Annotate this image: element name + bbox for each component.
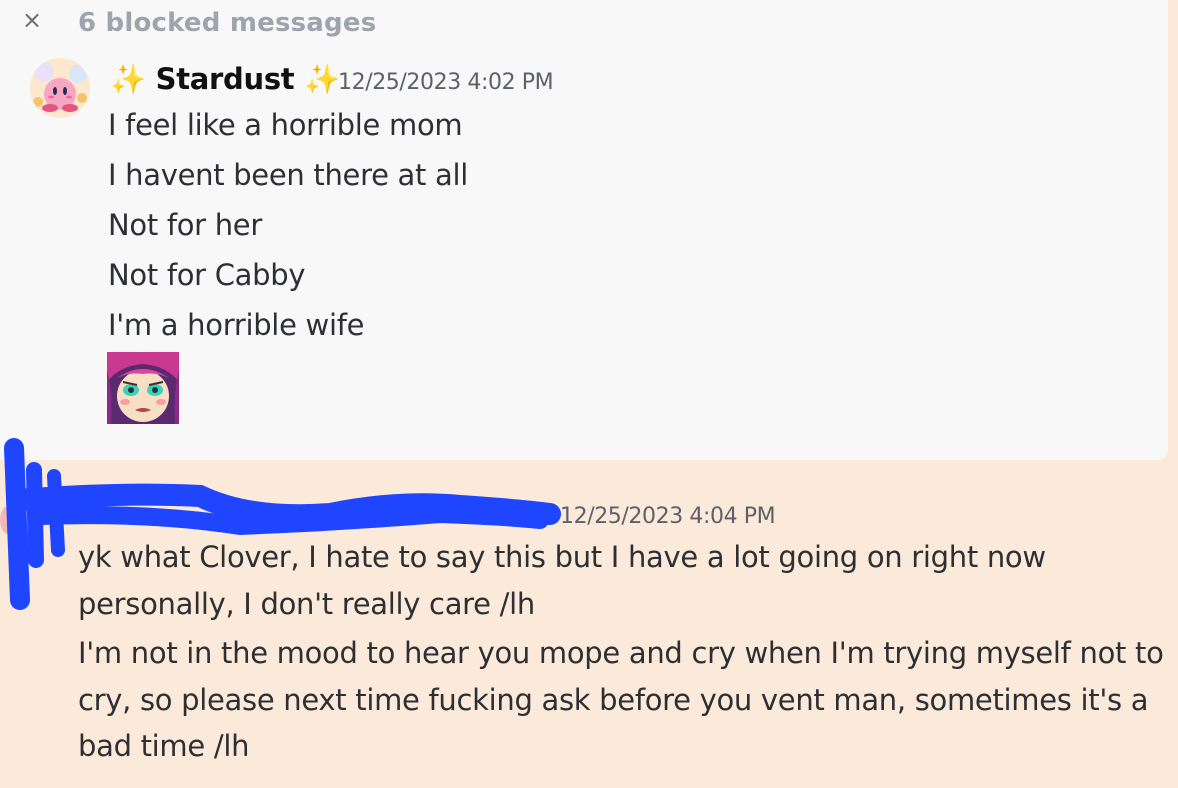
message-line: bad time /lh	[78, 729, 250, 763]
sparkle-icon: ✨	[304, 62, 340, 96]
username[interactable]: ✨ Stardust ✨	[110, 62, 340, 97]
message-line: cry, so please next time fucking ask bef…	[78, 683, 1149, 717]
message-line: I'm a horrible wife	[108, 308, 365, 342]
message-line: I'm not in the mood to hear you mope and…	[78, 636, 1164, 670]
message-line: Not for Cabby	[108, 258, 306, 292]
blocked-messages-label[interactable]: 6 blocked messages	[78, 8, 376, 38]
message-line: I havent been there at all	[108, 158, 468, 192]
close-icon[interactable]: ×	[20, 6, 44, 34]
message-line: personally, I don't really care /lh	[78, 587, 535, 621]
chat-view: × 6 blocked messages ✨ Stardust ✨ 12/25/…	[0, 0, 1178, 788]
message-line: yk what Clover, I hate to say this but I…	[78, 540, 1046, 574]
crying-face-icon	[107, 352, 179, 424]
message-line: Not for her	[108, 208, 262, 242]
blocked-messages-panel: × 6 blocked messages ✨ Stardust ✨ 12/25/…	[0, 0, 1168, 460]
avatar[interactable]	[30, 58, 90, 118]
sparkle-icon: ✨	[110, 62, 146, 96]
message-timestamp[interactable]: 12/25/2023 4:04 PM	[560, 504, 776, 529]
username-text: Stardust	[155, 62, 295, 96]
message-timestamp[interactable]: 12/25/2023 4:02 PM	[338, 70, 554, 95]
avatar-image	[30, 58, 90, 118]
message-line: I feel like a horrible mom	[108, 108, 463, 142]
sticker-image[interactable]	[107, 352, 179, 424]
